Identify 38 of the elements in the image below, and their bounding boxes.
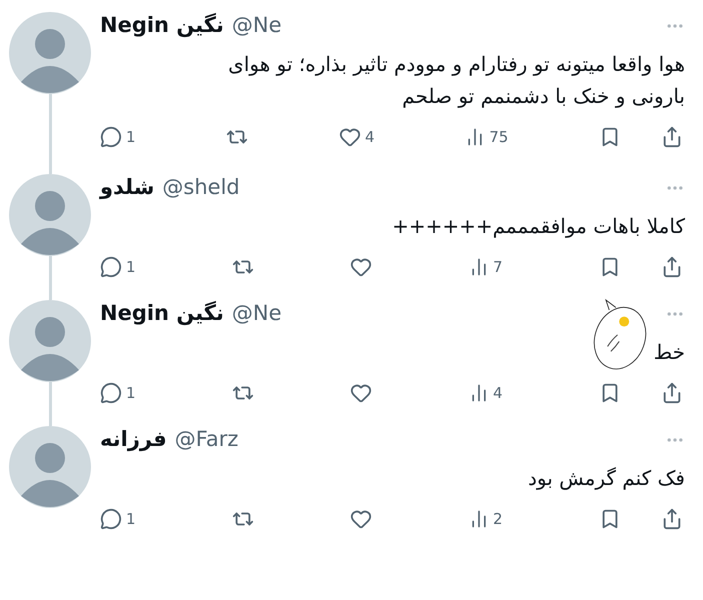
reply-button[interactable]: 1 bbox=[100, 126, 136, 148]
reply-button[interactable]: 1 bbox=[100, 382, 136, 404]
avatar-icon[interactable] bbox=[9, 300, 91, 382]
display-name[interactable]: Negin نگین bbox=[100, 10, 224, 42]
views-button[interactable]: 2 bbox=[468, 508, 502, 530]
views-button[interactable]: 75 bbox=[465, 126, 508, 148]
views-button[interactable]: 4 bbox=[468, 382, 502, 404]
heart-icon bbox=[338, 126, 361, 148]
tweet-text: کاملا باهات موافقمممم++++++ bbox=[391, 212, 685, 240]
reply-icon bbox=[100, 256, 122, 278]
heart-icon bbox=[350, 256, 372, 278]
reply-button[interactable]: 1 bbox=[100, 508, 136, 530]
like-button[interactable] bbox=[350, 382, 372, 404]
like-button[interactable] bbox=[350, 256, 372, 278]
user-handle[interactable]: @Ne bbox=[232, 10, 282, 42]
share-icon bbox=[661, 126, 683, 148]
like-button[interactable]: 4 bbox=[338, 126, 374, 148]
views-button[interactable]: 7 bbox=[468, 256, 502, 278]
display-name[interactable]: فرزانه bbox=[100, 424, 167, 456]
avatar-icon[interactable] bbox=[9, 426, 91, 508]
heart-icon bbox=[350, 508, 372, 530]
avatar-icon[interactable] bbox=[9, 174, 91, 256]
display-name[interactable]: Negin نگین bbox=[100, 298, 224, 330]
tweet-text: فک کنم گرمش بود bbox=[527, 464, 685, 492]
user-handle[interactable]: @sheld bbox=[162, 172, 240, 204]
reply-icon bbox=[100, 126, 122, 148]
heart-icon bbox=[350, 382, 372, 404]
avatar-icon[interactable] bbox=[9, 12, 91, 94]
tweet-text: هوا واقعا میتونه تو رفتارام و موودم تاثیر بذاره؛ تو هوای بارونی و خنک با دشمنمم تو صلحم bbox=[227, 50, 685, 110]
reply-button[interactable]: 1 bbox=[100, 256, 136, 278]
user-handle[interactable]: @Farz bbox=[174, 424, 238, 456]
user-handle[interactable]: @Ne bbox=[232, 298, 282, 330]
tweet-text: خط bbox=[652, 338, 685, 366]
like-button[interactable] bbox=[350, 508, 372, 530]
reply-icon bbox=[100, 508, 122, 530]
share-button[interactable] bbox=[661, 126, 683, 148]
display-name[interactable]: شلدو bbox=[100, 172, 154, 204]
reply-icon bbox=[100, 382, 122, 404]
